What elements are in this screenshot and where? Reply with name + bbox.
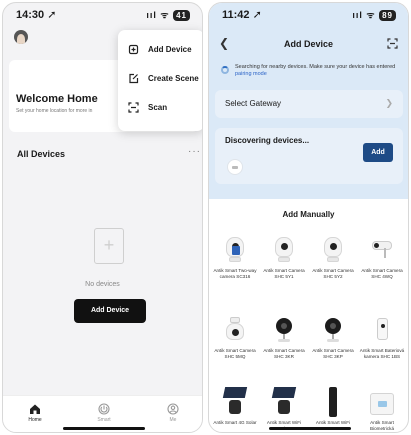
profile-icon: [167, 402, 179, 415]
signal-wifi-icon: ııl ᯤ: [146, 10, 170, 20]
page-title: Add Device: [283, 39, 334, 49]
status-bar: 14:30 ➚ ııl ᯤ 41: [3, 3, 202, 25]
signal-wifi-icon: ııl ᯤ: [352, 10, 376, 20]
product-item[interactable]: Antik Smart Camera SHC 5Y2: [310, 235, 356, 279]
menu-item-label: Add Device: [148, 45, 192, 54]
product-name: Antik Smart Camera SHC 5Y1: [263, 268, 305, 279]
camera-icon: [271, 315, 297, 345]
phone-home-screen: 14:30 ➚ ııl ᯤ 41 + Welcome Home Set your…: [2, 2, 203, 433]
product-item[interactable]: Antik Smart Biometrická: [359, 387, 405, 431]
camera-icon: [222, 235, 248, 265]
camera-icon: [271, 235, 297, 265]
scale-icon: [369, 387, 395, 417]
product-name: Antik Smart 4G Solar: [213, 420, 257, 425]
scan-icon[interactable]: [387, 38, 398, 52]
welcome-title: Welcome Home: [16, 93, 98, 105]
loading-spinner-icon: [221, 66, 229, 74]
scan-icon: [128, 102, 139, 113]
discovering-label: Discovering devices...: [225, 136, 310, 145]
status-time: 14:30 ➚: [16, 9, 57, 21]
add-manually-heading: Add Manually: [282, 210, 335, 219]
discovered-device-icon[interactable]: [227, 159, 243, 175]
bullet-camera-icon: [369, 235, 395, 265]
product-item[interactable]: Antik Smart Camera SHC 5MQ: [212, 315, 258, 359]
tab-me[interactable]: Me: [153, 402, 193, 423]
status-indicators: ııl ᯤ 89: [352, 8, 396, 21]
section-title: All Devices: [17, 149, 66, 159]
product-name: Antik Smart Camera SHC 5MQ: [214, 348, 256, 359]
avatar[interactable]: [14, 30, 28, 44]
camera-icon: [222, 315, 248, 345]
select-gateway-row[interactable]: Select Gateway ❯: [215, 90, 403, 118]
product-item[interactable]: Antik Smart Camera SHC 3KR: [261, 315, 307, 359]
tab-home[interactable]: Home: [15, 402, 55, 423]
phone-add-device-screen: 11:42 ➚ ııl ᯤ 89 ❮ Add Device Searching …: [208, 2, 409, 433]
status-time: 11:42 ➚: [222, 9, 262, 21]
search-status-text: Searching for nearby devices. Make sure …: [235, 64, 401, 78]
product-name: Antik Smart Camera SHC 4WQ: [361, 268, 403, 279]
add-discovered-button[interactable]: Add: [363, 143, 393, 162]
more-options-icon[interactable]: ···: [188, 146, 201, 157]
home-icon: [29, 402, 41, 414]
pairing-mode-link[interactable]: pairing mode: [235, 71, 267, 77]
home-indicator: [63, 427, 145, 430]
discovering-card: Discovering devices... Add: [215, 128, 403, 184]
camera-icon: [320, 315, 346, 345]
product-item[interactable]: Antik Smart Camera SHC 3KP: [310, 315, 356, 359]
home-indicator: [269, 427, 351, 430]
status-bar: 11:42 ➚ ııl ᯤ 89: [209, 3, 408, 25]
status-indicators: ııl ᯤ 41: [146, 8, 190, 21]
welcome-subtitle: Set your home location for more in: [16, 108, 93, 114]
battery-icon: 89: [379, 10, 396, 21]
battery-camera-icon: [369, 315, 395, 345]
product-item[interactable]: Antik Smart Camera SHC 5Y1: [261, 235, 307, 279]
empty-state-text: No devices: [85, 281, 120, 288]
menu-item-create-scene[interactable]: Create Scene: [118, 67, 202, 93]
product-item[interactable]: Antik Smart Camera SHC 4WQ: [359, 235, 405, 279]
add-menu-popover: Add Device Create Scene Scan: [118, 30, 202, 131]
product-item[interactable]: Antik Smart WiFi: [310, 387, 356, 426]
camera-icon: [320, 235, 346, 265]
product-item[interactable]: Antik Smart 4G Solar: [212, 387, 258, 426]
product-item[interactable]: Antik Smart Bateriová kamera SHC 1BS: [359, 315, 405, 359]
product-name: Antik Smart Two-way camera SC316: [213, 268, 257, 279]
menu-item-label: Scan: [148, 103, 168, 112]
empty-devices-icon: [94, 228, 124, 264]
solar-camera-icon: [271, 387, 297, 417]
chevron-right-icon: ❯: [385, 98, 393, 108]
product-name: Antik Smart Camera SHC 3KP: [312, 348, 354, 359]
product-name: Antik Smart Biometrická: [370, 420, 394, 431]
solar-camera-icon: [222, 387, 248, 417]
product-name: Antik Smart Camera SHC 5Y2: [312, 268, 354, 279]
product-item[interactable]: Antik Smart Two-way camera SC316: [212, 235, 258, 279]
doorbell-icon: [320, 387, 346, 417]
tab-label: Home: [28, 417, 42, 423]
scene-edit-icon: [128, 73, 139, 84]
tab-label: Me: [169, 417, 177, 423]
product-name: Antik Smart Bateriová kamera SHC 1BS: [359, 348, 405, 359]
device-plus-icon: [128, 44, 139, 55]
battery-icon: 41: [173, 10, 190, 21]
tab-label: Smart: [97, 417, 111, 423]
gateway-label: Select Gateway: [225, 99, 282, 108]
menu-item-label: Create Scene: [148, 74, 199, 83]
menu-item-add-device[interactable]: Add Device: [118, 38, 202, 64]
product-item[interactable]: Antik Smart WiFi Solar: [261, 387, 307, 431]
product-name: Antik Smart Camera SHC 3KR: [263, 348, 305, 359]
tab-smart[interactable]: Smart: [84, 402, 124, 423]
product-name: Antik Smart WiFi: [315, 420, 351, 425]
menu-item-scan[interactable]: Scan: [118, 96, 202, 122]
smart-icon: [98, 402, 110, 415]
search-status-message: Searching for nearby devices. Make sure …: [235, 64, 396, 70]
add-device-button[interactable]: Add Device: [74, 299, 146, 323]
